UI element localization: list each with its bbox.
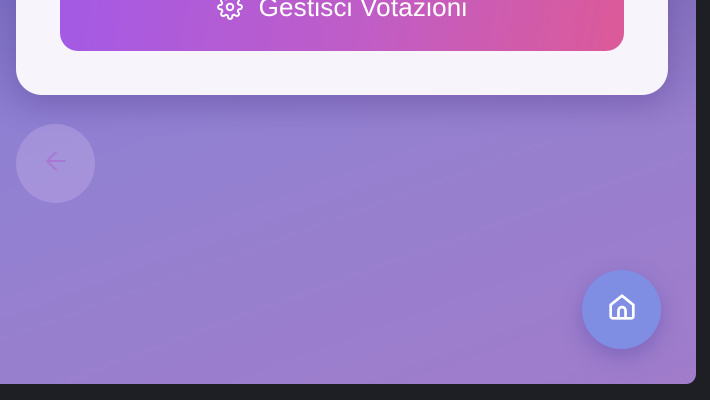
- home-button[interactable]: [582, 270, 661, 349]
- back-button[interactable]: [16, 124, 95, 203]
- manage-votes-label: Gestisci Votazioni: [258, 0, 468, 22]
- arrow-left-icon: [41, 146, 71, 181]
- gear-icon: [216, 0, 243, 20]
- actions-card: Gestisci Votazioni: [16, 0, 668, 95]
- app-viewport: Gestisci Votazioni: [0, 0, 696, 384]
- manage-votes-button[interactable]: Gestisci Votazioni: [60, 0, 624, 51]
- home-icon: [605, 290, 639, 329]
